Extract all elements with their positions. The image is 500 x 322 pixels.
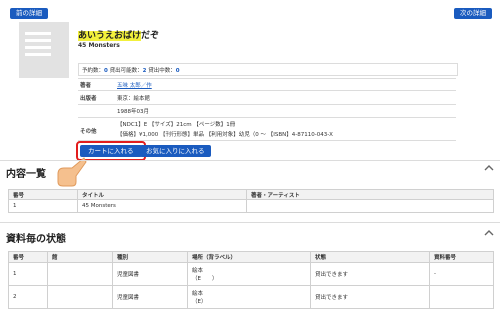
available-count: 2 xyxy=(142,68,147,74)
chevron-up-icon[interactable] xyxy=(484,229,494,239)
contents-cell-author xyxy=(246,199,494,213)
next-detail-button[interactable]: 次の詳細 xyxy=(454,8,492,19)
stock-cell-library xyxy=(47,285,113,309)
location-line-2: （E） xyxy=(192,299,207,305)
available-count-label: 貸出可能数： xyxy=(109,68,143,74)
stock-cell-type: 児童図書 xyxy=(112,262,188,286)
publisher-value: 東京：絵本館 xyxy=(117,96,151,102)
book-cover-image xyxy=(19,22,69,78)
stock-header-library: 館 xyxy=(47,251,113,263)
add-to-favorites-button[interactable]: お気に入りに入れる xyxy=(140,145,211,157)
stock-header-location: 場所（背ラベル） xyxy=(187,251,311,263)
loaned-count: 0 xyxy=(175,68,180,74)
stock-heading: 資料毎の状態 xyxy=(6,234,66,245)
other-label: その他 xyxy=(80,129,97,135)
stock-header-id: 資料番号 xyxy=(429,251,494,263)
prev-detail-button[interactable]: 前の詳細 xyxy=(10,8,48,19)
other-line-2: 【価格】¥1,000 【刊行形態】単品 【利用対象】幼児（0 ～ 【ISBN】4… xyxy=(117,132,333,138)
contents-table: 番号 タイトル 著者・アーティスト 1 45 Monsters xyxy=(8,189,494,213)
chevron-up-icon[interactable] xyxy=(484,164,494,174)
stock-cell-library xyxy=(47,262,113,286)
book-title-rest: だぞ xyxy=(141,31,160,41)
author-label: 著者 xyxy=(80,83,92,89)
stock-cell-status: 貸出できます xyxy=(310,262,430,286)
book-subtitle: 45 Monsters xyxy=(78,42,120,49)
contents-heading: 内容一覧 xyxy=(6,169,46,180)
contents-cell-title: 45 Monsters xyxy=(77,199,247,213)
stock-cell-id xyxy=(429,285,494,309)
stock-header-no: 番号 xyxy=(8,251,48,263)
reserve-count-label: 予約数： xyxy=(82,68,105,74)
location-line-1: 絵本 xyxy=(192,268,204,274)
table-row: 2 児童図書 絵本 （E） 貸出できます xyxy=(8,285,494,309)
contents-header-no: 番号 xyxy=(8,189,78,200)
publish-date: 1988年03月 xyxy=(117,109,149,115)
loaned-count-label: 貸出中数： xyxy=(148,68,176,74)
stock-cell-no: 1 xyxy=(8,262,48,286)
contents-header-author: 著者・アーティスト xyxy=(246,189,494,200)
table-row: 1 児童図書 絵本 （E ） 貸出できます - xyxy=(8,262,494,286)
other-line-1: 【NDC1】E 【サイズ】21cm 【ページ数】1冊 xyxy=(117,122,236,128)
stock-cell-location: 絵本 （E ） xyxy=(187,262,311,286)
stock-cell-location: 絵本 （E） xyxy=(187,285,311,309)
contents-header-title: タイトル xyxy=(77,189,247,200)
book-title-highlight: あいうえおばけ xyxy=(78,31,142,41)
stock-table: 番号 館 種別 場所（背ラベル） 状態 資料番号 1 児童図書 絵本 （E ） 貸… xyxy=(8,251,494,309)
publisher-label: 出版者 xyxy=(80,96,97,102)
contents-cell-no: 1 xyxy=(8,199,78,213)
table-row: 1 45 Monsters xyxy=(8,199,494,213)
reserve-count: 0 xyxy=(104,68,108,74)
location-line-1: 絵本 xyxy=(192,291,204,297)
stock-header-type: 種別 xyxy=(112,251,188,263)
location-line-2: （E ） xyxy=(192,276,218,282)
stock-cell-status: 貸出できます xyxy=(310,285,430,309)
add-to-cart-button[interactable]: カートに入れる xyxy=(80,145,142,157)
author-link[interactable]: 五味 太郎／作 xyxy=(117,81,152,89)
stock-cell-type: 児童図書 xyxy=(112,285,188,309)
stock-cell-id: - xyxy=(429,262,494,286)
stock-header-status: 状態 xyxy=(310,251,430,263)
book-title: あいうえおばけだぞ xyxy=(78,28,159,41)
stock-cell-no: 2 xyxy=(8,285,48,309)
availability-counts: 予約数：0 貸出可能数：2 貸出中数：0 xyxy=(78,63,458,76)
